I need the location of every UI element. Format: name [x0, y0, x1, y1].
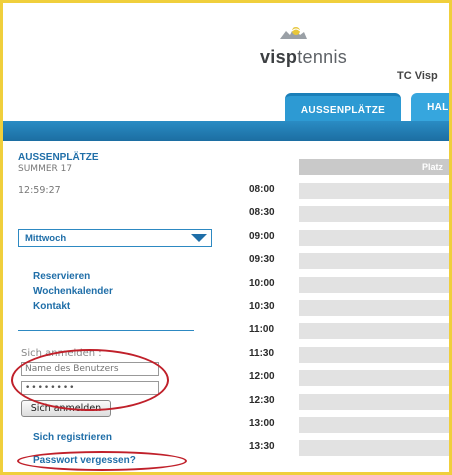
- court-slot[interactable]: [299, 206, 449, 223]
- time-label: 12:00: [249, 371, 275, 383]
- divider: [18, 330, 194, 331]
- time-label: 09:00: [249, 230, 275, 242]
- time-label: 11:00: [249, 324, 275, 336]
- court-slot[interactable]: [299, 370, 449, 387]
- time-label: 10:00: [249, 277, 275, 289]
- header-bar: [3, 121, 449, 141]
- time-label: 08:00: [249, 184, 275, 195]
- day-select-value: Mittwoch: [25, 233, 67, 244]
- tab-aussenplaetze[interactable]: AUSSENPLÄTZE: [285, 93, 401, 121]
- time-label: 10:30: [249, 301, 275, 312]
- court-slot[interactable]: [299, 183, 449, 199]
- court-slot[interactable]: [299, 253, 449, 270]
- club-name: TC Visp: [397, 70, 438, 82]
- court-slot[interactable]: [299, 323, 449, 340]
- court-slot[interactable]: [299, 393, 449, 410]
- tennis-logo-icon: [280, 27, 307, 39]
- register-link[interactable]: Sich registrieren: [33, 432, 112, 443]
- court-slot[interactable]: [299, 229, 449, 246]
- time-label: 12:30: [249, 394, 275, 406]
- section-title: AUSSENPLÄTZE: [18, 152, 99, 163]
- court-slot[interactable]: [299, 346, 449, 363]
- court-slot[interactable]: [299, 417, 449, 433]
- highlight-ellipse-login: [11, 349, 169, 411]
- court-slot[interactable]: [299, 276, 449, 293]
- time-label: 09:30: [249, 254, 275, 266]
- day-select[interactable]: Mittwoch: [18, 229, 212, 247]
- chevron-down-icon: [191, 234, 207, 242]
- time-label: 11:30: [249, 347, 275, 359]
- page-frame: visptennis TC Visp AUSSENPLÄTZE HALL AUS…: [0, 0, 452, 475]
- time-label: 08:30: [249, 207, 275, 219]
- logo-text: visptennis: [260, 47, 348, 67]
- time-label: 13:30: [249, 441, 275, 453]
- nav-contact-link[interactable]: Kontakt: [33, 301, 70, 312]
- nav-week-calendar-link[interactable]: Wochenkalender: [33, 286, 113, 297]
- court-slot[interactable]: [299, 300, 449, 316]
- clock: 12:59:27: [18, 185, 61, 196]
- nav-reserve-link[interactable]: Reservieren: [33, 271, 90, 282]
- highlight-ellipse-forgot-password: [17, 451, 187, 471]
- tab-halle[interactable]: HALL: [411, 93, 449, 121]
- season-label: SUMMER 17: [18, 164, 73, 174]
- court-slot[interactable]: [299, 440, 449, 457]
- visptennis-logo[interactable]: visptennis: [260, 23, 370, 73]
- time-label: 13:00: [249, 418, 275, 429]
- court-column-header: Platz: [299, 159, 449, 175]
